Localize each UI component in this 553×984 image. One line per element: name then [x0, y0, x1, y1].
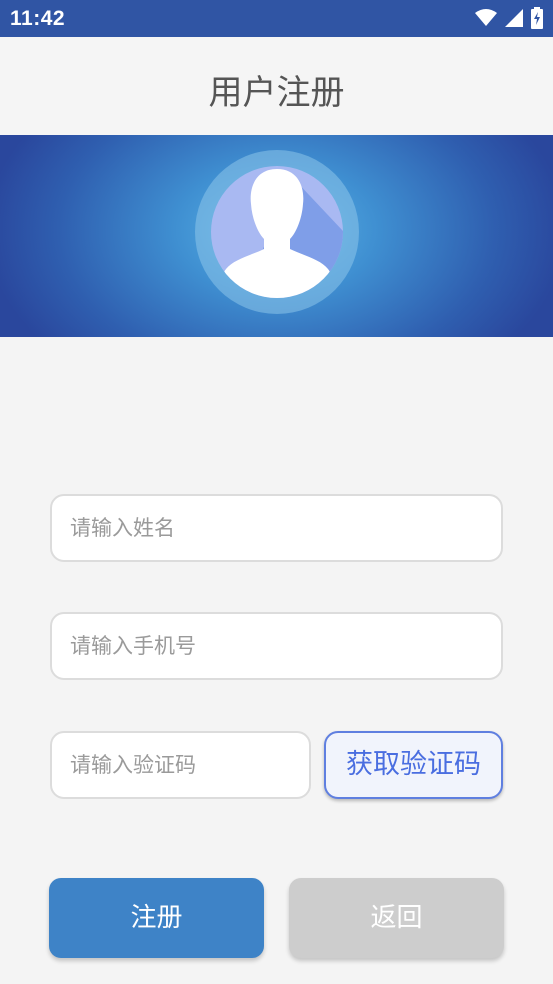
- phone-input[interactable]: [52, 614, 501, 678]
- title-bar: 用户注册: [0, 37, 553, 135]
- status-time: 11:42: [10, 7, 66, 30]
- get-code-button[interactable]: 获取验证码: [324, 731, 503, 799]
- avatar-icon: [195, 150, 359, 314]
- battery-icon: [531, 7, 543, 29]
- status-bar: 11:42: [0, 0, 553, 37]
- header-banner: [0, 135, 553, 337]
- name-field: [50, 494, 503, 562]
- signal-icon: [505, 9, 523, 27]
- register-button[interactable]: 注册: [49, 878, 264, 958]
- page-title: 用户注册: [208, 73, 345, 113]
- wifi-icon: [475, 9, 497, 26]
- code-field: [50, 731, 311, 799]
- name-input[interactable]: [52, 496, 501, 560]
- back-button[interactable]: 返回: [289, 878, 504, 958]
- status-icons: [475, 7, 543, 29]
- phone-field: [50, 612, 503, 680]
- verification-code-input[interactable]: [52, 733, 309, 797]
- avatar[interactable]: [194, 149, 360, 315]
